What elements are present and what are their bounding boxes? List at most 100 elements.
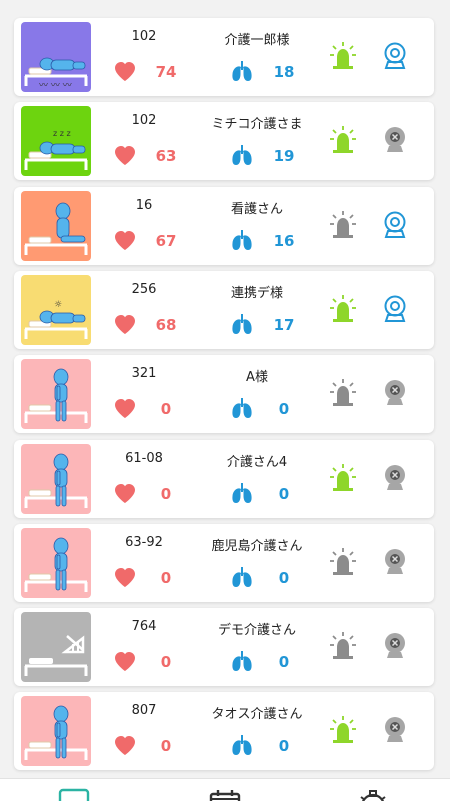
patient-name: 看護さん — [230, 201, 283, 217]
lungs-icon — [232, 482, 252, 503]
room-number: 764 — [131, 619, 157, 635]
alarm-siren-icon[interactable] — [330, 547, 356, 576]
patient-status-image — [21, 359, 91, 430]
bed-status-icon — [24, 537, 88, 592]
camera-icon[interactable] — [383, 379, 407, 407]
camera-icon[interactable] — [383, 464, 407, 492]
camera-icon[interactable] — [383, 548, 407, 576]
patient-status-image — [21, 190, 91, 261]
nav-calendar-tab[interactable] — [208, 787, 242, 801]
bed-status-icon: 〰 〰 〰 — [24, 57, 88, 91]
heart-icon — [115, 62, 135, 81]
lungs-icon — [232, 229, 252, 250]
heart-rate-value: 63 — [155, 147, 177, 166]
alarm-siren-icon[interactable] — [330, 716, 356, 744]
bed-status-icon — [24, 705, 88, 761]
heart-rate-value: 68 — [155, 315, 177, 334]
camera-icon[interactable] — [383, 295, 407, 323]
svg-text:z z z: z z z — [53, 129, 71, 138]
lungs-icon — [232, 735, 252, 756]
heart-rate-value: 67 — [155, 231, 177, 250]
room-number: 807 — [131, 703, 157, 719]
room-number: 63-92 — [125, 534, 163, 550]
patient-card[interactable]: 16 看護さん 67 16 — [14, 186, 434, 265]
alarm-siren-icon[interactable] — [330, 632, 356, 660]
patient-card[interactable]: 764 デモ介護さん 0 0 — [14, 608, 434, 687]
patient-card[interactable]: 61-08 介護さん4 0 0 — [14, 439, 434, 518]
respiration-rate-value: 18 — [273, 63, 295, 81]
camera-icon[interactable] — [383, 632, 407, 660]
bed-status-icon: ☼ — [24, 300, 88, 339]
heart-rate-value: 0 — [160, 400, 172, 419]
heart-rate-value: 0 — [160, 484, 172, 503]
heart-rate-value: 74 — [155, 63, 177, 81]
room-number: 16 — [135, 197, 153, 213]
heart-rate-value: 0 — [160, 653, 172, 672]
room-number: 102 — [131, 29, 157, 44]
patient-card[interactable]: ☼ 256 連携デ様 68 17 — [14, 270, 434, 349]
room-number: 102 — [131, 113, 157, 129]
lungs-icon — [232, 398, 252, 419]
camera-icon[interactable] — [383, 211, 407, 239]
lungs-icon — [232, 651, 252, 672]
respiration-rate-value: 0 — [278, 653, 290, 672]
heart-icon — [115, 483, 135, 503]
heart-icon — [115, 736, 135, 756]
calendar-icon — [209, 790, 241, 801]
respiration-rate-value: 17 — [273, 315, 295, 334]
respiration-rate-value: 0 — [278, 737, 290, 756]
lungs-icon — [232, 313, 252, 334]
patient-card[interactable]: z z z 102 ミチコ介護さま 63 19 — [14, 102, 434, 181]
lungs-icon — [232, 61, 252, 81]
nav-settings-tab[interactable] — [356, 787, 390, 801]
heart-icon — [115, 314, 135, 334]
heart-icon — [115, 230, 135, 250]
nav-monitor-tab[interactable] — [57, 787, 91, 801]
heart-icon — [115, 652, 135, 672]
room-number: 61-08 — [125, 450, 163, 466]
heart-icon — [115, 567, 135, 587]
respiration-rate-value: 19 — [273, 147, 295, 166]
patient-status-image — [21, 443, 91, 514]
patient-name: 連携デ様 — [230, 285, 283, 301]
alarm-siren-icon[interactable] — [330, 210, 356, 239]
heart-icon — [115, 146, 135, 166]
patient-card[interactable]: 〰 〰 〰 102 介護一郎様 74 18 — [14, 18, 434, 96]
heart-rate-value: 0 — [160, 568, 172, 587]
alarm-siren-icon[interactable] — [330, 379, 356, 407]
heart-icon — [115, 399, 135, 419]
patient-name: ミチコ介護さま — [211, 117, 303, 133]
respiration-rate-value: 0 — [278, 484, 290, 503]
camera-icon[interactable] — [383, 42, 407, 70]
patient-status-image: 〰 〰 〰 — [21, 22, 91, 92]
settings-gear-icon — [360, 790, 386, 801]
patient-name: 鹿児島介護さん — [211, 538, 303, 554]
patient-name: 介護さん4 — [226, 454, 288, 470]
svg-text:〰 〰 〰: 〰 〰 〰 — [39, 81, 72, 91]
patient-status-image — [21, 696, 91, 767]
bed-status-icon — [24, 202, 88, 255]
camera-icon[interactable] — [383, 716, 407, 744]
camera-icon[interactable] — [383, 126, 407, 154]
patient-card[interactable]: 63-92 鹿児島介護さん 0 0 — [14, 523, 434, 602]
monitor-icon — [58, 788, 90, 801]
patient-status-image — [21, 527, 91, 598]
respiration-rate-value: 0 — [278, 568, 290, 587]
bed-status-icon — [24, 635, 88, 677]
patient-name: タオス介護さん — [211, 707, 303, 723]
lungs-icon — [232, 566, 252, 587]
patient-card[interactable]: 807 タオス介護さん 0 0 — [14, 692, 434, 771]
bed-status-icon — [24, 453, 88, 508]
patient-card[interactable]: 321 A様 0 0 — [14, 355, 434, 434]
patient-name: A様 — [246, 370, 268, 386]
svg-text:☼: ☼ — [54, 300, 62, 310]
alarm-siren-icon[interactable] — [330, 42, 356, 70]
heart-rate-value: 0 — [160, 737, 172, 756]
alarm-siren-icon[interactable] — [330, 294, 356, 323]
alarm-siren-icon[interactable] — [330, 463, 356, 492]
room-number: 321 — [131, 366, 157, 382]
bed-status-icon — [24, 368, 88, 424]
alarm-siren-icon[interactable] — [330, 126, 356, 154]
patient-status-image — [21, 612, 91, 683]
respiration-rate-value: 16 — [273, 231, 295, 250]
